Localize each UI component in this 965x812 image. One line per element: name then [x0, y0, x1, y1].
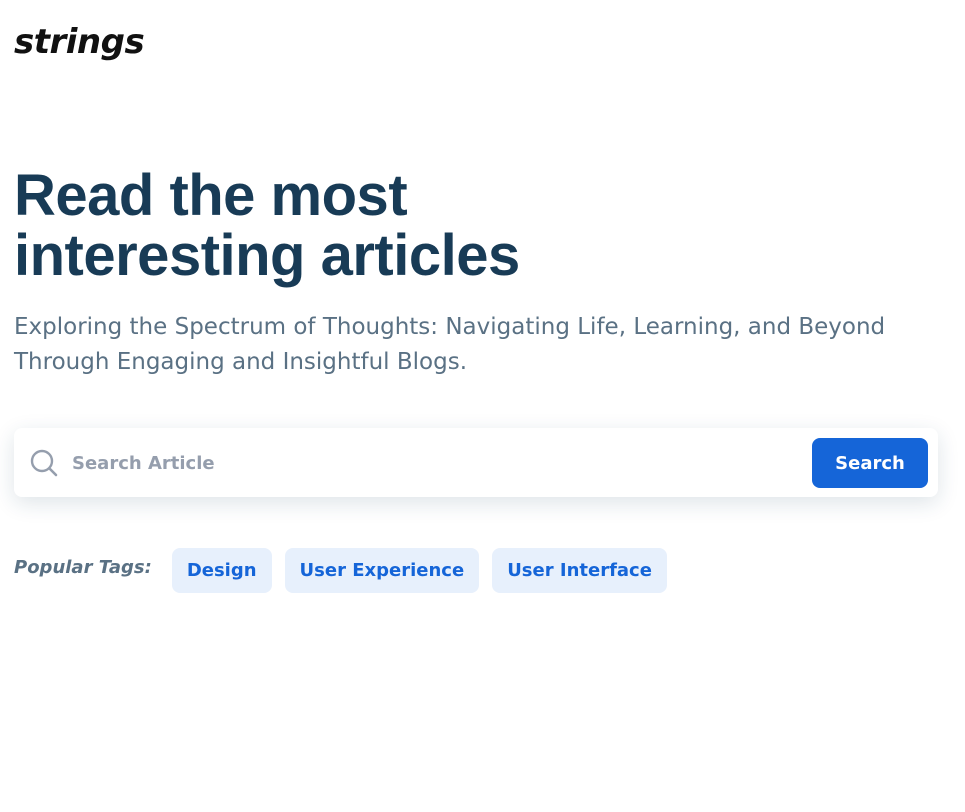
hero-title-line-2: interesting articles — [14, 223, 520, 288]
hero-subtitle: Exploring the Spectrum of Thoughts: Navi… — [14, 314, 886, 375]
page: strings Read the most interesting articl… — [0, 0, 965, 812]
hero-title-line-1: Read the most — [14, 163, 408, 228]
popular-tags-label: Popular Tags: — [14, 557, 152, 578]
search-bar: Search — [14, 428, 938, 497]
tag-user-experience[interactable]: User Experience — [284, 548, 480, 593]
search-input[interactable] — [72, 445, 792, 481]
hero-title: Read the most interesting articles — [14, 166, 634, 286]
tags-list: Design User Experience User Interface — [171, 548, 667, 593]
popular-tags: Popular Tags: Design User Experience Use… — [14, 548, 667, 593]
search-button[interactable]: Search — [812, 438, 928, 488]
site-logo[interactable]: strings — [14, 22, 145, 62]
tag-user-interface[interactable]: User Interface — [492, 548, 667, 593]
tag-design[interactable]: Design — [171, 548, 272, 593]
search-icon — [30, 449, 58, 477]
